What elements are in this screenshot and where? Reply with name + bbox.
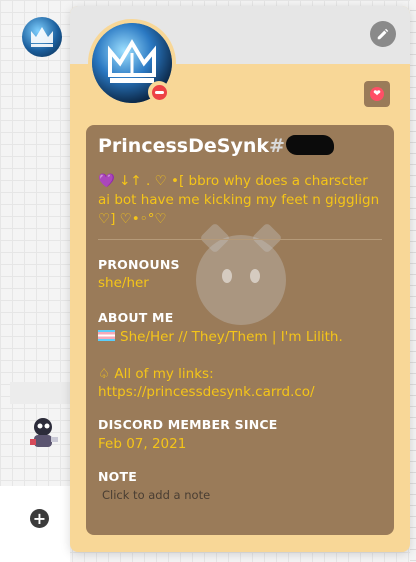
member-avatar-sprite[interactable]	[24, 413, 62, 453]
custom-status: 💜 ↓↑ . ♡ •[ bbro why does a charscter ai…	[98, 173, 380, 227]
do-not-disturb-icon	[148, 81, 170, 103]
about-me-text: She/Her // They/Them | I'm Lilith.	[120, 329, 343, 345]
username-text: PrincessDeSynk	[98, 135, 269, 157]
user-profile-popout: ❤ PrincessDeSynk# 💜 ↓↑ . ♡ •[ bbro why d…	[70, 6, 410, 552]
pronouns-heading: PRONOUNS	[98, 257, 180, 272]
member-since-value: Feb 07, 2021	[98, 436, 187, 452]
divider	[98, 239, 382, 240]
about-me-line-1: She/Her // They/Them | I'm Lilith.	[98, 328, 343, 347]
profile-info-card: PrincessDeSynk# 💜 ↓↑ . ♡ •[ bbro why doe…	[86, 125, 394, 535]
profile-badge-button[interactable]: ❤	[364, 81, 390, 107]
plus-icon: +	[32, 509, 47, 528]
about-me-heading: ABOUT ME	[98, 310, 174, 325]
pronouns-value: she/her	[98, 275, 149, 291]
background-mascot-image	[196, 235, 286, 325]
about-me-link[interactable]: https://princessdesynk.carrd.co/	[98, 383, 315, 402]
heart-badge-icon: ❤	[370, 87, 384, 101]
server-avatar[interactable]	[22, 17, 62, 57]
sidebar-row	[10, 382, 70, 404]
note-input[interactable]	[102, 488, 362, 502]
username[interactable]: PrincessDeSynk#	[98, 135, 334, 157]
redacted-discriminator	[285, 135, 334, 155]
note-heading: NOTE	[98, 469, 137, 484]
about-me-line-2: ♤ All of my links:	[98, 366, 214, 382]
edit-profile-button[interactable]	[370, 21, 396, 47]
scrollbar-track[interactable]	[410, 0, 416, 562]
transgender-flag-icon	[98, 330, 115, 341]
server-sidebar	[0, 0, 70, 562]
discriminator-prefix: #	[269, 135, 285, 157]
add-attachment-button[interactable]: +	[30, 509, 49, 528]
member-since-heading: DISCORD MEMBER SINCE	[98, 417, 278, 432]
pencil-icon	[377, 28, 389, 40]
crown-logo-icon	[31, 27, 53, 47]
